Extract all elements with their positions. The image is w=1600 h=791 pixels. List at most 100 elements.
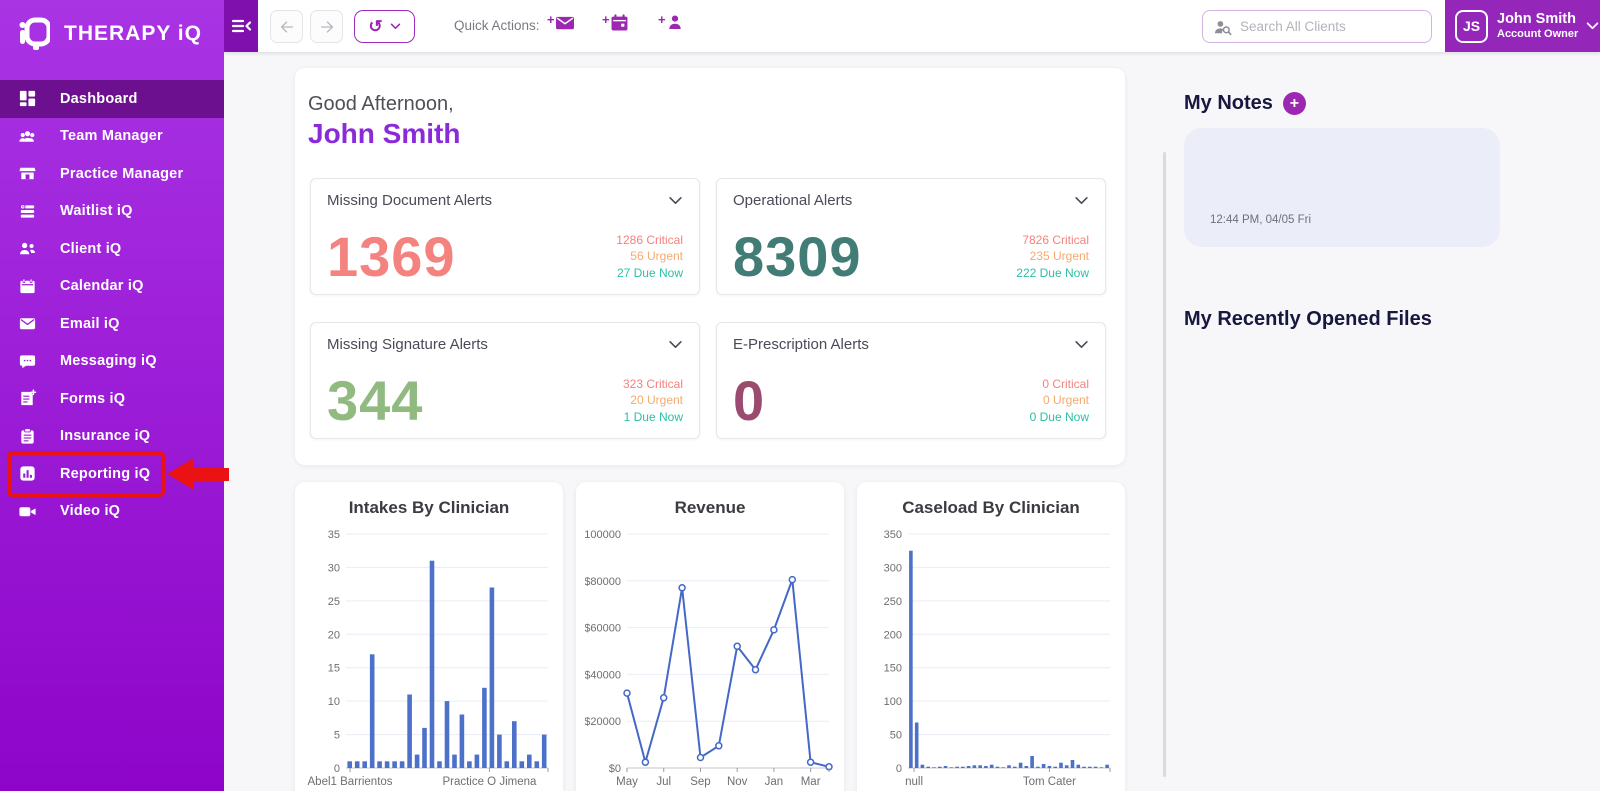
svg-text:200: 200: [884, 629, 902, 641]
sidebar-item-label: Client iQ: [60, 240, 122, 257]
clipboard-icon: [18, 427, 37, 446]
sidebar-item-label: Waitlist iQ: [60, 203, 133, 220]
brand-logo-icon: [18, 16, 50, 52]
sidebar-item-dashboard[interactable]: Dashboard: [0, 80, 224, 118]
chevron-down-icon[interactable]: [1074, 340, 1089, 349]
chat-icon: [18, 352, 37, 371]
svg-text:30: 30: [328, 562, 340, 574]
svg-text:0: 0: [334, 763, 340, 775]
alert-stat-line: 222 Due Now: [1016, 265, 1089, 280]
user-role: Account Owner: [1497, 28, 1579, 41]
chevron-down-icon[interactable]: [1074, 196, 1089, 205]
back-button[interactable]: [270, 10, 303, 43]
alert-stat-line: 20 Urgent: [630, 393, 683, 407]
svg-text:250: 250: [884, 596, 902, 608]
sidebar-item-label: Practice Manager: [60, 165, 184, 182]
sidebar-item-label: Calendar iQ: [60, 278, 144, 295]
notes-header: My Notes +: [1184, 92, 1306, 115]
chart-title: Caseload By Clinician: [902, 498, 1080, 517]
envelope-icon: [555, 16, 574, 30]
vertical-scrollbar[interactable]: [1163, 152, 1166, 777]
charts-row: Intakes By Clinician 0 5 10 15 20 25 30 35 Abel1 …: [295, 482, 1125, 791]
svg-text:15: 15: [328, 663, 340, 675]
alert-count: 8309: [733, 225, 862, 289]
sidebar-menu: Dashboard Team Manager Practice Manager Wai…: [0, 80, 224, 530]
alert-stat-line: 323 Critical: [622, 376, 683, 391]
svg-text:Jul: Jul: [656, 776, 671, 788]
clients-icon: [18, 239, 37, 258]
alert-stat-line: 0 Due Now: [1029, 409, 1089, 424]
sidebar-item-client-iq[interactable]: Client iQ: [0, 230, 224, 268]
chevron-down-icon[interactable]: [668, 196, 683, 205]
alert-count: 1369: [327, 225, 456, 289]
sidebar-item-video-iq[interactable]: Video iQ: [0, 493, 224, 531]
svg-text:null: null: [905, 776, 923, 788]
sidebar-item-label: Team Manager: [60, 128, 163, 145]
svg-text:Jan: Jan: [765, 776, 784, 788]
alert-card-title: Missing Document Alerts: [327, 192, 493, 209]
svg-text:Practice O Jimena: Practice O Jimena: [442, 776, 537, 788]
quick-action-new-appointment-button[interactable]: +: [602, 12, 628, 31]
user-menu[interactable]: JS John Smith Account Owner: [1445, 0, 1600, 52]
svg-text:$20000: $20000: [585, 716, 621, 728]
svg-text:$60000: $60000: [585, 623, 621, 635]
alert-stat-line: 7826 Critical: [1022, 232, 1089, 247]
sidebar-item-label: Messaging iQ: [60, 353, 157, 370]
waitlist-icon: [18, 202, 37, 221]
avatar: JS: [1455, 9, 1488, 43]
svg-text:Mar: Mar: [801, 776, 821, 788]
greeting-user-name: John Smith: [308, 118, 461, 149]
plus-icon: +: [547, 12, 555, 27]
sidebar-item-team-manager[interactable]: Team Manager: [0, 118, 224, 156]
sidebar-item-email-iq[interactable]: Email iQ: [0, 305, 224, 343]
envelope-icon: [18, 314, 37, 333]
arrow-right-icon: [320, 20, 333, 33]
sidebar-item-practice-manager[interactable]: Practice Manager: [0, 155, 224, 193]
sidebar-item-label: Forms iQ: [60, 390, 126, 407]
alert-stat-line: 0 Critical: [1042, 376, 1089, 391]
collapse-menu-icon: [231, 19, 252, 33]
alert-card-title: Operational Alerts: [733, 192, 853, 209]
svg-text:$80000: $80000: [585, 576, 621, 588]
history-dropdown-button[interactable]: ↺: [354, 10, 415, 43]
quick-action-new-client-button[interactable]: +: [658, 12, 683, 30]
chevron-down-icon[interactable]: [668, 340, 683, 349]
notes-title: My Notes: [1184, 92, 1273, 114]
chart-title: Intakes By Clinician: [348, 498, 510, 517]
svg-text:Abel1 Barrientos: Abel1 Barrientos: [308, 776, 393, 788]
svg-text:$40000: $40000: [585, 669, 621, 681]
plus-icon: +: [602, 12, 610, 27]
add-note-button[interactable]: +: [1282, 92, 1306, 115]
team-icon: [18, 127, 37, 146]
alert-stat-line: 27 Due Now: [616, 265, 683, 280]
sidebar-item-messaging-iq[interactable]: Messaging iQ: [0, 343, 224, 381]
search-clients-field[interactable]: [1202, 10, 1432, 43]
quick-action-new-email-button[interactable]: +: [547, 12, 574, 31]
alert-card-missing-signature-alerts: Missing Signature Alerts 344 323 Critical 2…: [310, 322, 700, 439]
sidebar-item-reporting-iq[interactable]: Reporting iQ: [0, 455, 224, 493]
alert-stat-line: 56 Urgent: [630, 249, 683, 263]
alert-stat-line: 235 Urgent: [1029, 249, 1089, 263]
forward-button[interactable]: [310, 10, 343, 43]
sidebar-item-insurance-iq[interactable]: Insurance iQ: [0, 418, 224, 456]
alert-stats: 7826 Critical 235 Urgent 222 Due Now: [1016, 232, 1089, 282]
sidebar-collapse-button[interactable]: [224, 0, 258, 52]
search-input[interactable]: [1240, 19, 1410, 34]
recent-files-title: My Recently Opened Files: [1184, 308, 1432, 330]
dashboard-icon: [18, 89, 37, 108]
alert-count: 0: [733, 369, 766, 433]
sidebar-item-waitlist-iq[interactable]: Waitlist iQ: [0, 193, 224, 231]
svg-text:25: 25: [328, 596, 340, 608]
sidebar-item-calendar-iq[interactable]: Calendar iQ: [0, 268, 224, 306]
sidebar-item-forms-iq[interactable]: Forms iQ: [0, 380, 224, 418]
topbar: ↺ Quick Actions: + + + Search All Client…: [224, 0, 1600, 52]
svg-text:350: 350: [884, 529, 902, 541]
svg-text:Tom Cater: Tom Cater: [1023, 776, 1076, 788]
search-person-icon: [1214, 20, 1232, 35]
alert-stats: 1286 Critical 56 Urgent 27 Due Now: [616, 232, 683, 282]
overview-card: Good Afternoon, John Smith Missing Docum…: [295, 68, 1125, 465]
note-card[interactable]: 12:44 PM, 04/05 Fri: [1184, 128, 1500, 247]
brand-logo[interactable]: THERAPY iQ: [0, 0, 224, 68]
form-plus-icon: [18, 389, 37, 408]
svg-text:150: 150: [884, 663, 902, 675]
